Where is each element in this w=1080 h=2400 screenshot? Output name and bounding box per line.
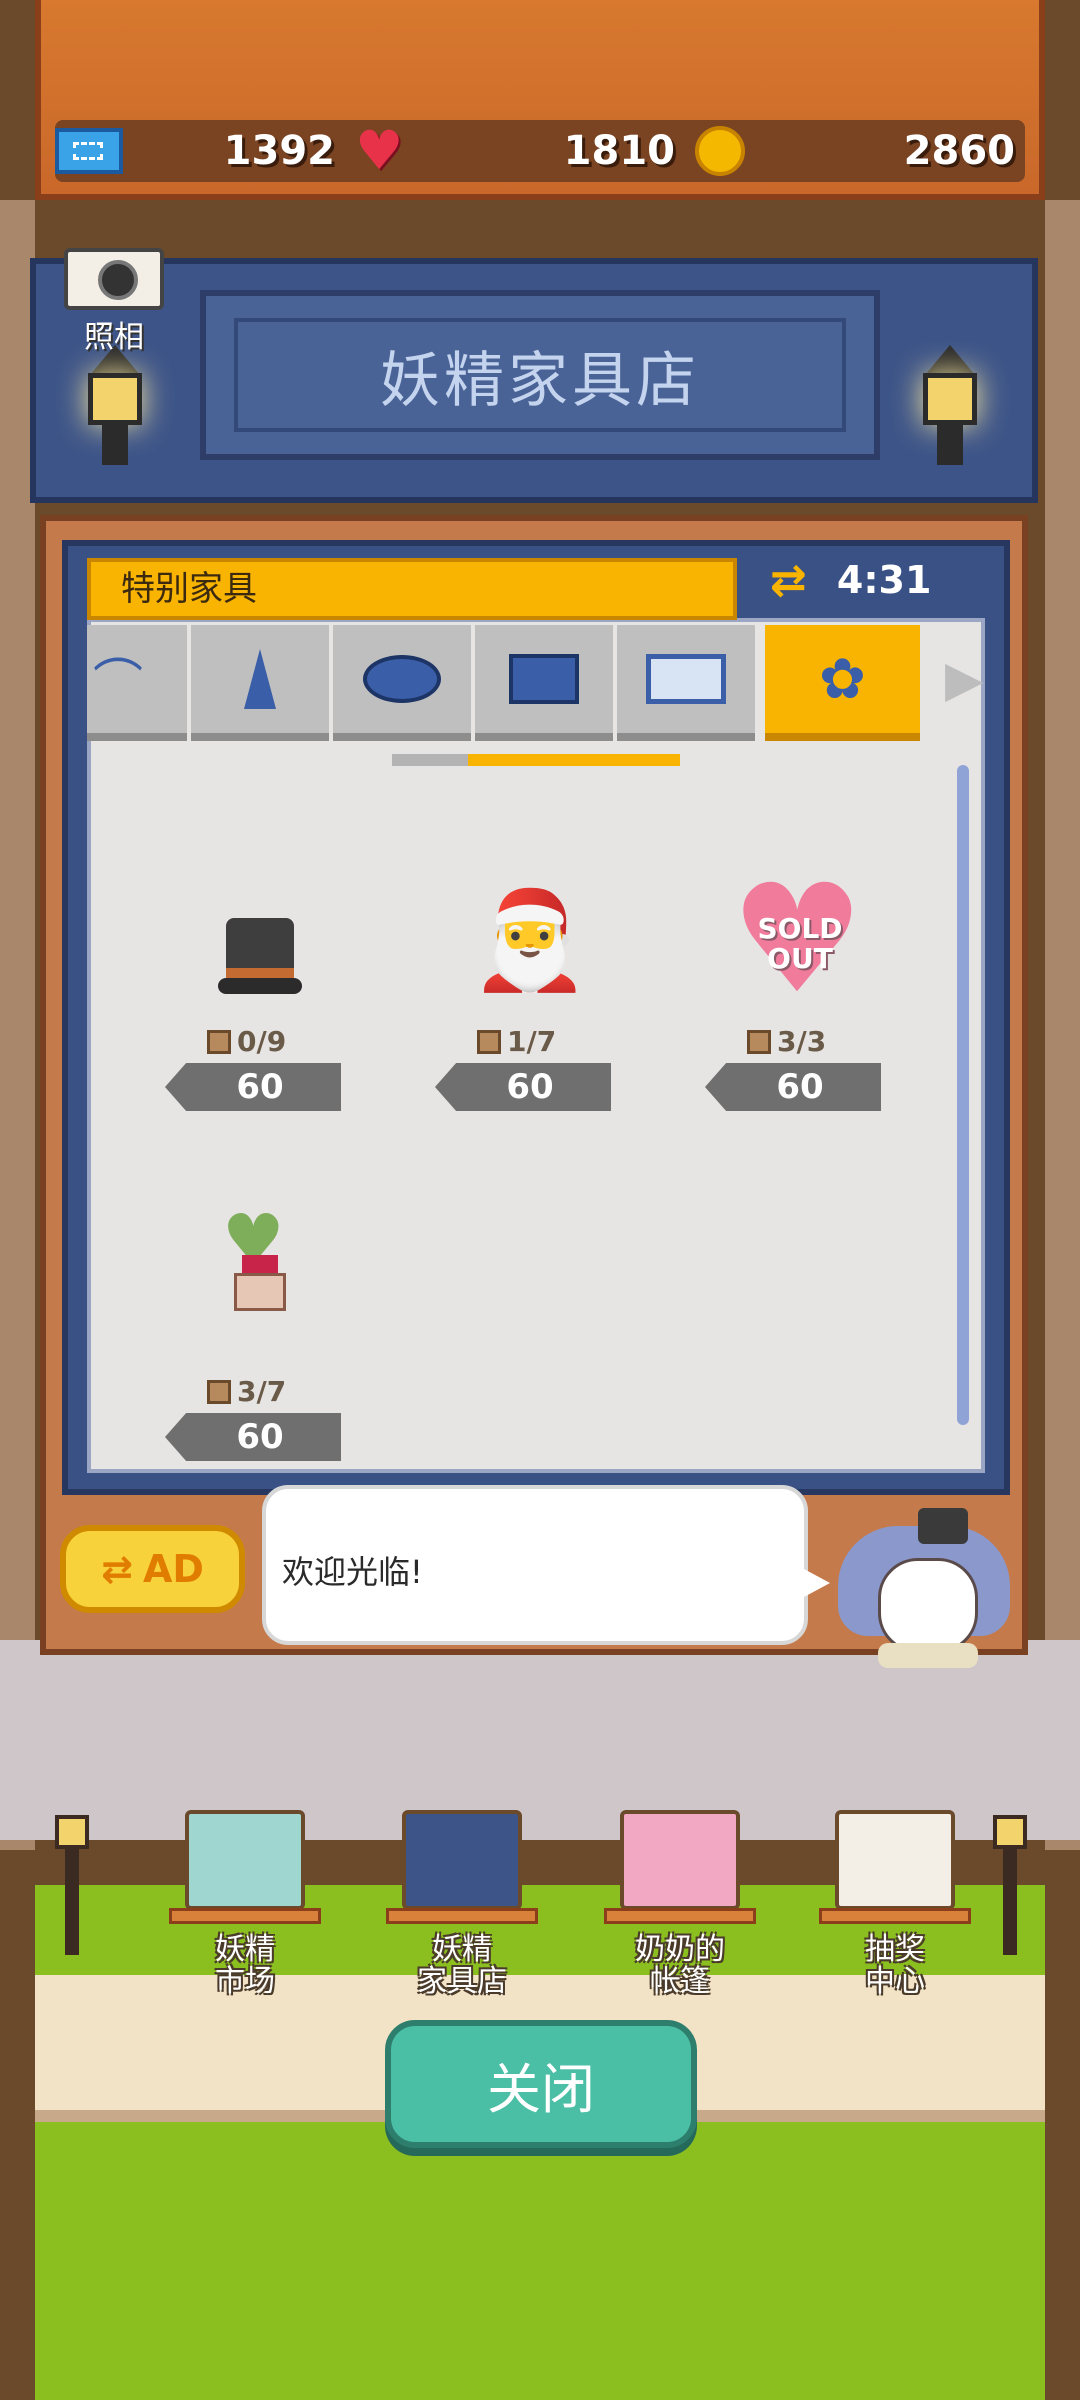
shop-item-heart-sofa[interactable]: ♥ SOLD OUT 3/3 60	[705, 853, 895, 1111]
shop-title-plate: 妖精家具店	[200, 290, 880, 460]
speech-bubble: 欢迎光临!	[262, 1485, 830, 1645]
lamp-icon: ⌒	[93, 654, 143, 712]
item-stock: 0/9	[207, 1025, 286, 1058]
category-tabs: ⌒ ✿	[87, 625, 977, 743]
sold-out-label: SOLD OUT	[757, 912, 843, 975]
coin-count: 2860	[903, 128, 1015, 174]
item-price-button[interactable]: 60	[165, 1413, 341, 1461]
item-stock: 3/7	[207, 1375, 286, 1408]
camera-label: 照相	[84, 320, 144, 355]
item-stock: 1/7	[477, 1025, 556, 1058]
shop-item-heart-plant[interactable]: ♥ 3/7 60	[165, 1200, 355, 1461]
santa-icon: 🎅	[470, 884, 590, 996]
box-icon	[477, 1029, 501, 1054]
special-furniture-tab[interactable]: 特别家具	[87, 558, 737, 620]
wall-lamp-right-icon	[915, 345, 985, 465]
laptop-icon	[646, 654, 726, 704]
ticket-counter: 1392	[55, 120, 345, 182]
tent-building-icon	[620, 1810, 740, 1910]
camera-icon	[64, 248, 164, 310]
wall-lamp-left-icon	[80, 345, 150, 465]
ticket-count: 1392	[223, 128, 335, 174]
street-lamp-icon	[993, 1815, 1027, 1955]
coin-icon	[695, 126, 745, 176]
heart-count: 1810	[563, 128, 675, 174]
box-icon	[207, 1029, 231, 1054]
heart-icon: ♥	[355, 119, 404, 182]
shop-item-santa[interactable]: 🎅 1/7 60	[435, 870, 625, 1111]
ad-refresh-button[interactable]: ⇄ AD	[60, 1525, 245, 1613]
heart-counter: ♥ 1810	[355, 120, 685, 182]
category-tab-rug[interactable]	[333, 625, 471, 741]
nav-fairy-furniture-shop[interactable]: 妖精 家具店	[372, 1810, 552, 2030]
flower-icon: ✿	[819, 646, 866, 712]
box-icon	[747, 1029, 771, 1054]
category-tab-cone[interactable]	[191, 625, 329, 741]
shop-item-top-hat[interactable]: 0/9 60	[165, 903, 355, 1143]
currency-bar: 1392 ♥ 1810 2860	[55, 120, 1025, 182]
nav-grandma-tent[interactable]: 奶奶的 帐篷	[590, 1810, 770, 2030]
item-list-scrollbar[interactable]	[957, 765, 969, 1425]
furniture-shop-building-icon	[402, 1810, 522, 1910]
refresh-icon: ⇄	[770, 554, 807, 606]
top-hat-icon	[205, 903, 315, 1013]
cabinet-icon	[509, 654, 579, 704]
category-tab-flower[interactable]: ✿	[765, 625, 920, 741]
lottery-building-icon	[835, 1810, 955, 1910]
category-next-arrow-icon[interactable]: ▶	[945, 650, 983, 708]
item-price-button[interactable]: 60	[435, 1063, 611, 1111]
nav-lottery-center[interactable]: 抽奖 中心	[805, 1810, 985, 2030]
category-tab-cabinet[interactable]	[475, 625, 613, 741]
shop-title: 妖精家具店	[380, 345, 700, 416]
heart-sofa-icon: ♥ SOLD OUT	[730, 853, 865, 1027]
category-scroll-thumb[interactable]	[468, 754, 680, 766]
greeting-text: 欢迎光临!	[282, 1553, 423, 1591]
close-button[interactable]: 关闭	[385, 2020, 697, 2148]
market-building-icon	[185, 1810, 305, 1910]
item-stock: 3/3	[747, 1025, 826, 1058]
heart-plant-icon: ♥	[205, 1200, 315, 1320]
street-lamp-icon	[55, 1815, 89, 1955]
coin-counter: 2860	[695, 120, 1025, 182]
ad-label: AD	[142, 1547, 204, 1591]
rug-icon	[363, 655, 441, 703]
camera-button[interactable]: 照相	[64, 248, 164, 358]
timer-text: 4:31	[836, 558, 932, 602]
item-price-button[interactable]: 60	[165, 1063, 341, 1111]
box-icon	[207, 1379, 231, 1404]
refresh-icon: ⇄	[101, 1547, 133, 1591]
category-tab-laptop[interactable]	[617, 625, 755, 741]
item-price-button[interactable]: 60	[705, 1063, 881, 1111]
ticket-icon	[55, 128, 123, 174]
cone-icon	[244, 649, 276, 709]
category-tab-lamp[interactable]: ⌒	[87, 625, 187, 741]
shopkeeper-avatar	[838, 1508, 1010, 1668]
background-scenery-right	[1045, 200, 1080, 1850]
nav-fairy-market[interactable]: 妖精 市场	[155, 1810, 335, 2030]
refresh-timer: ⇄ 4:31	[770, 550, 980, 610]
